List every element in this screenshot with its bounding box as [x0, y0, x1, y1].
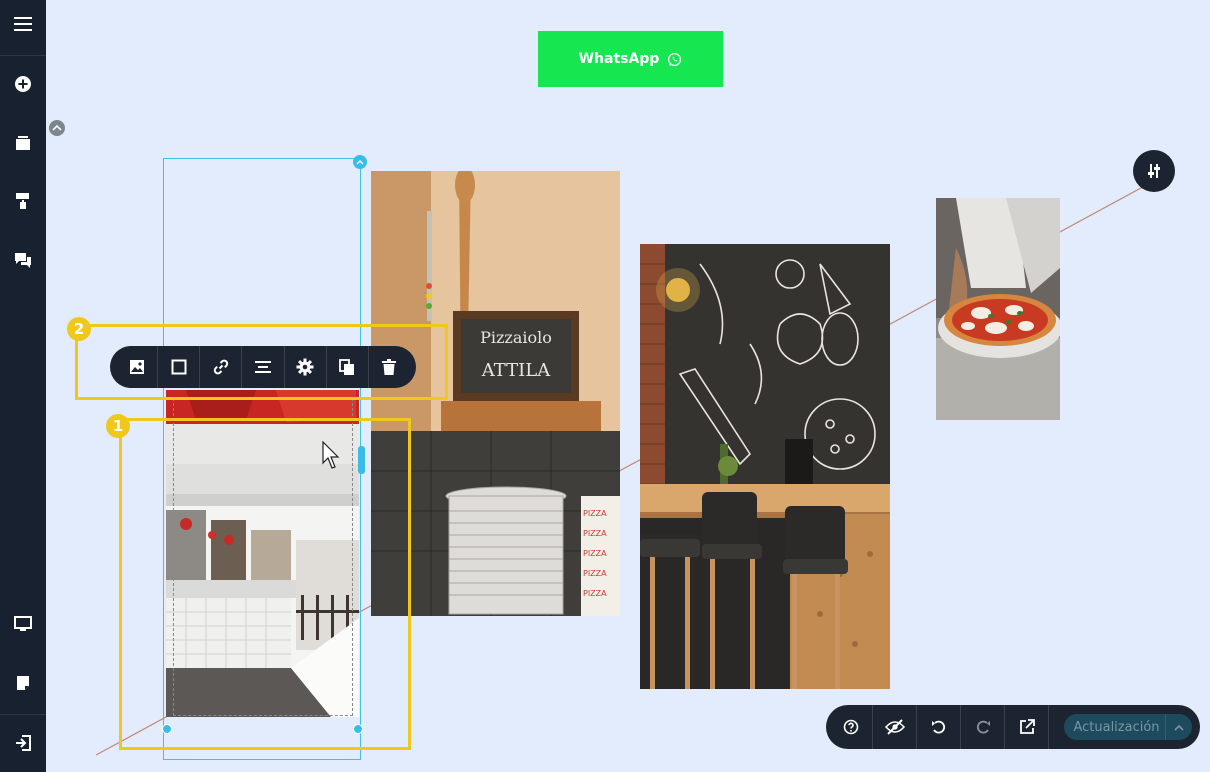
- annotation-badge-2: 2: [67, 317, 91, 341]
- annotation-highlight-1: [119, 418, 411, 750]
- eye-off-icon[interactable]: [873, 705, 917, 749]
- whatsapp-button[interactable]: WhatsApp: [538, 31, 723, 87]
- image-toolbar: [110, 346, 416, 388]
- duplicate-icon[interactable]: [327, 346, 369, 388]
- image-chalkboard-bar[interactable]: [640, 244, 890, 689]
- svg-text:PIZZA: PIZZA: [583, 589, 607, 598]
- svg-text:PIZZA: PIZZA: [583, 509, 607, 518]
- redo-icon[interactable]: [961, 705, 1005, 749]
- align-icon[interactable]: [242, 346, 285, 388]
- update-button[interactable]: Actualización: [1064, 714, 1192, 740]
- image-icon[interactable]: [116, 346, 159, 388]
- update-label: Actualización: [1073, 719, 1160, 735]
- gear-icon[interactable]: [285, 346, 327, 388]
- sliders-icon: [1148, 164, 1160, 178]
- svg-text:PIZZA: PIZZA: [583, 529, 607, 538]
- collapse-section-icon[interactable]: [49, 120, 65, 136]
- image-margherita-pizza[interactable]: [936, 198, 1060, 420]
- whatsapp-icon: [668, 52, 682, 66]
- svg-text:Pizzaiolo: Pizzaiolo: [480, 328, 552, 347]
- help-icon[interactable]: [829, 705, 873, 749]
- layout-settings-button[interactable]: [1133, 150, 1175, 192]
- frame-icon[interactable]: [158, 346, 201, 388]
- selection-collapse-handle[interactable]: [353, 155, 367, 169]
- trash-icon[interactable]: [369, 346, 410, 388]
- bottom-toolbar: Actualización: [826, 705, 1200, 749]
- chevron-up-icon[interactable]: [1165, 714, 1192, 740]
- whatsapp-label: WhatsApp: [578, 51, 660, 67]
- svg-text:PIZZA: PIZZA: [583, 569, 607, 578]
- link-icon[interactable]: [200, 346, 243, 388]
- annotation-badge-1: 1: [106, 414, 130, 438]
- svg-text:ATTILA: ATTILA: [481, 360, 551, 381]
- external-link-icon[interactable]: [1005, 705, 1049, 749]
- svg-text:PIZZA: PIZZA: [583, 549, 607, 558]
- undo-icon[interactable]: [917, 705, 961, 749]
